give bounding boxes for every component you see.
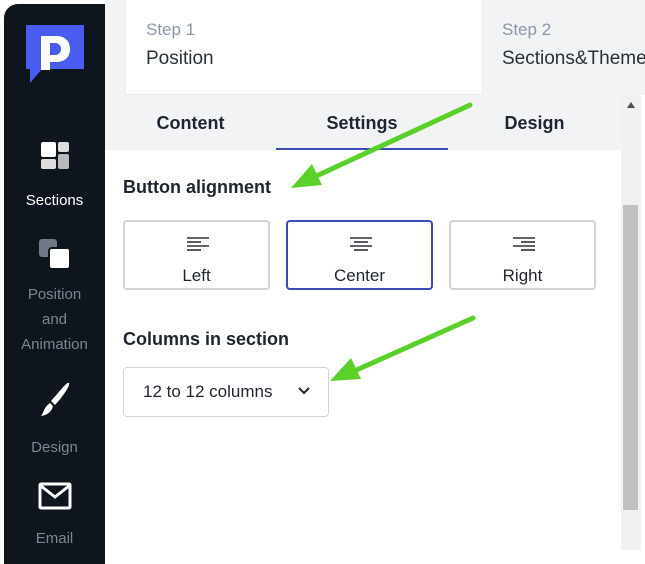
align-center-icon bbox=[350, 237, 372, 251]
sidebar: Sections Position and Animation Design E… bbox=[4, 4, 105, 564]
position-animation-icon bbox=[38, 239, 71, 270]
align-left-button[interactable]: Left bbox=[123, 220, 270, 290]
columns-select[interactable]: 12 to 12 columns bbox=[123, 367, 329, 417]
columns-title: Columns in section bbox=[123, 329, 290, 349]
columns-select-value: 12 to 12 columns bbox=[143, 382, 273, 401]
sidebar-item-position-animation[interactable]: Position and Animation bbox=[4, 238, 105, 357]
step-name: Position bbox=[146, 48, 214, 69]
align-left-label: Left bbox=[182, 266, 211, 285]
align-right-label: Right bbox=[502, 266, 543, 285]
sidebar-item-design[interactable]: Design bbox=[4, 381, 105, 460]
sidebar-item-label: Sections bbox=[25, 192, 84, 209]
step-1-tab[interactable]: Step 1 Position bbox=[125, 0, 481, 95]
panel-scrollbar[interactable] bbox=[621, 95, 641, 550]
align-center-label: Center bbox=[333, 266, 386, 285]
align-left-icon bbox=[187, 237, 209, 251]
steps-header: Step 1 Position Step 2 Sections&Theme bbox=[105, 0, 645, 95]
align-right-icon bbox=[513, 237, 535, 251]
scrollbar-thumb[interactable] bbox=[623, 205, 638, 510]
step-number: Step 2 bbox=[502, 20, 552, 39]
sidebar-item-sections[interactable]: Sections bbox=[4, 140, 105, 213]
sidebar-item-label: and bbox=[41, 311, 68, 328]
sidebar-item-email[interactable]: Email bbox=[4, 482, 105, 551]
step-name: Sections&Theme bbox=[502, 48, 645, 69]
tab-content[interactable]: Content bbox=[105, 95, 276, 150]
sidebar-item-label: Position bbox=[27, 286, 82, 303]
panel-tabs: Content Settings Design bbox=[105, 95, 621, 150]
sidebar-item-label: Design bbox=[31, 439, 78, 456]
settings-panel: Content Settings Design Button alignment… bbox=[105, 95, 621, 550]
button-alignment-title: Button alignment bbox=[123, 177, 271, 197]
envelope-icon bbox=[38, 482, 71, 510]
sections-icon bbox=[40, 142, 69, 169]
align-right-button[interactable]: Right bbox=[449, 220, 596, 290]
align-center-button[interactable]: Center bbox=[286, 220, 433, 290]
tab-design[interactable]: Design bbox=[448, 95, 621, 150]
chevron-down-icon bbox=[298, 387, 310, 395]
scroll-up-arrow-icon[interactable] bbox=[621, 95, 641, 115]
step-number: Step 1 bbox=[146, 20, 196, 39]
sidebar-item-label: Email bbox=[35, 530, 74, 547]
brush-icon bbox=[40, 382, 69, 416]
brand-logo-icon bbox=[26, 25, 84, 83]
tab-settings[interactable]: Settings bbox=[276, 95, 448, 150]
sidebar-item-label: Animation bbox=[21, 336, 88, 353]
